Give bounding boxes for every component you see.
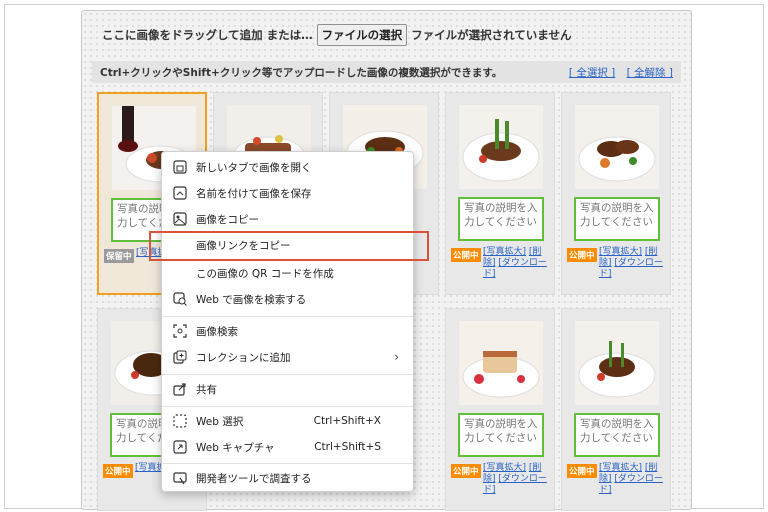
drag-drop-hint[interactable]: ここに画像をドラッグして追加 <box>102 27 263 43</box>
status-badge: 公開中 <box>567 248 597 262</box>
image-card[interactable]: 公開中 [写真拡大] [削除] [ダウンロード] <box>445 92 555 295</box>
status-badge: 保留中 <box>104 249 134 263</box>
status-badge: 公開中 <box>567 464 597 478</box>
image-card[interactable]: 公開中 [写真拡大] [削除] [ダウンロード] <box>561 92 671 295</box>
web-capture-icon <box>172 439 188 455</box>
no-file-selected-text: ファイルが選択されていません <box>411 28 572 42</box>
menu-separator <box>162 463 413 464</box>
card-actions: [写真拡大] [削除] [ダウンロード] <box>483 247 553 280</box>
shortcut-web-capture: Ctrl+Shift+S <box>314 441 381 453</box>
menu-item-inspect[interactable]: 開発者ツールで調査する <box>162 465 413 491</box>
caption-textarea[interactable] <box>458 197 544 241</box>
shortcut-web-select: Ctrl+Shift+X <box>313 415 381 427</box>
caption-textarea[interactable] <box>574 413 660 457</box>
select-all-link[interactable]: [ 全選択 ] <box>569 67 615 79</box>
zoom-link[interactable]: [写真拡大] <box>483 463 526 473</box>
image-card[interactable]: 公開中 [写真拡大] [削除] [ダウンロード] <box>561 308 671 511</box>
or-text: または… <box>266 28 313 42</box>
copy-image-icon <box>172 211 188 227</box>
card-actions: [写真拡大] [削除] [ダウンロード] <box>599 463 669 496</box>
menu-item-search-web-image[interactable]: Web で画像を検索する <box>162 286 413 312</box>
menu-item-save-image[interactable]: 名前を付けて画像を保存 <box>162 180 413 206</box>
menu-item-create-qr-code[interactable]: この画像の QR コードを作成 <box>162 260 413 286</box>
menu-item-web-capture[interactable]: Web キャプチャ Ctrl+Shift+S <box>162 434 413 460</box>
photo-thumbnail[interactable] <box>459 105 543 189</box>
menu-item-web-select[interactable]: Web 選択 Ctrl+Shift+X <box>162 408 413 434</box>
context-menu: 新しいタブで画像を開く 名前を付けて画像を保存 画像をコピー 画像リンクをコピー… <box>161 151 414 492</box>
caption-textarea[interactable] <box>574 197 660 241</box>
web-select-icon <box>172 413 188 429</box>
menu-item-share[interactable]: 共有 <box>162 376 413 402</box>
menu-separator <box>162 316 413 317</box>
share-icon <box>172 381 188 397</box>
image-card[interactable]: 公開中 [写真拡大] [削除] [ダウンロード] <box>445 308 555 511</box>
card-actions: [写真拡大] [削除] [ダウンロード] <box>483 463 553 496</box>
zoom-link[interactable]: [写真拡大] <box>599 463 642 473</box>
menu-separator <box>162 406 413 407</box>
menu-item-visual-search[interactable]: 画像検索 <box>162 318 413 344</box>
save-image-icon <box>172 185 188 201</box>
photo-thumbnail[interactable] <box>575 105 659 189</box>
menu-item-open-new-tab[interactable]: 新しいタブで画像を開く <box>162 154 413 180</box>
submenu-chevron-icon: › <box>394 350 399 364</box>
highlight-box <box>149 231 429 261</box>
zoom-link[interactable]: [写真拡大] <box>483 247 526 257</box>
status-badge: 公開中 <box>451 464 481 478</box>
photo-thumbnail[interactable] <box>459 321 543 405</box>
visual-search-icon <box>172 323 188 339</box>
zoom-link[interactable]: [写真拡大] <box>599 247 642 257</box>
image-search-icon <box>172 291 188 307</box>
deselect-all-link[interactable]: [ 全解除 ] <box>627 67 673 79</box>
photo-thumbnail[interactable] <box>575 321 659 405</box>
card-actions: [写真拡大] [削除] [ダウンロード] <box>599 247 669 280</box>
choose-file-button[interactable]: ファイルの選択 <box>316 24 408 46</box>
status-badge: 公開中 <box>451 248 481 262</box>
menu-item-copy-image[interactable]: 画像をコピー <box>162 206 413 232</box>
collections-icon <box>172 349 188 365</box>
caption-textarea[interactable] <box>458 413 544 457</box>
menu-item-add-to-collections[interactable]: コレクションに追加 › <box>162 344 413 370</box>
devtools-icon <box>172 470 188 486</box>
selection-toolbar: Ctrl+クリックやShift+クリック等でアップロードした画像の複数選択ができ… <box>92 61 681 83</box>
new-tab-icon <box>172 159 188 175</box>
multi-select-hint: Ctrl+クリックやShift+クリック等でアップロードした画像の複数選択ができ… <box>100 67 503 79</box>
status-badge: 公開中 <box>103 464 133 478</box>
upload-row: ここに画像をドラッグして追加 または… ファイルの選択 ファイルが選択されていま… <box>102 24 571 46</box>
menu-separator <box>162 374 413 375</box>
